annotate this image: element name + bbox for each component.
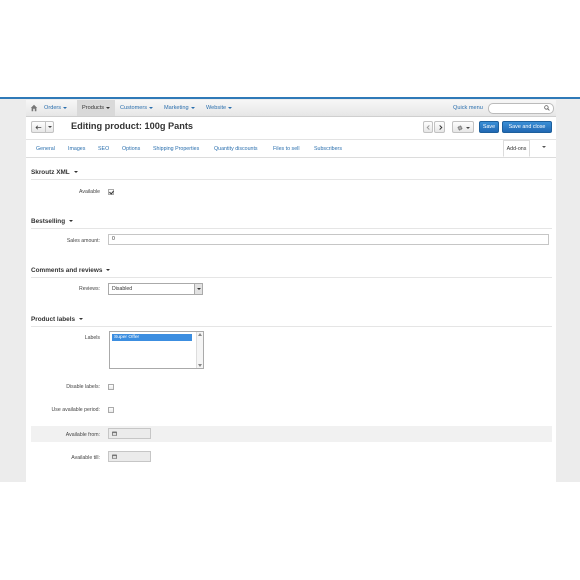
nav-products-label: Products [82, 105, 105, 111]
use-available-period-checkbox[interactable] [108, 407, 114, 413]
calendar-icon[interactable] [112, 454, 117, 459]
chevron-left-icon [426, 125, 430, 130]
nav-marketing-label: Marketing [164, 105, 189, 111]
reviews-selected-value: Disabled [112, 286, 133, 292]
chevron-down-icon [79, 318, 84, 321]
chevron-down-icon [69, 220, 74, 223]
reviews-select[interactable]: Disabled [108, 283, 203, 295]
available-till-date-input[interactable] [108, 451, 151, 462]
chevron-down-icon [198, 364, 202, 367]
tab-quantity-discounts[interactable]: Quantity discounts [214, 140, 258, 159]
available-from-label: Available from: [65, 432, 100, 438]
use-available-period-label: Use available period: [51, 407, 100, 413]
section-product-labels[interactable]: Product labels [31, 316, 84, 323]
nav-orders-label: Orders [44, 105, 62, 111]
divider [31, 179, 552, 180]
reviews-label: Reviews: [78, 286, 100, 292]
available-till-label: Available till: [71, 455, 100, 461]
available-label: Available [79, 189, 100, 195]
top-navbar: Orders Products Customers Marketing Webs… [26, 100, 556, 117]
nav-customers[interactable]: Customers [120, 100, 154, 116]
chevron-down-icon [149, 106, 154, 109]
divider [31, 277, 552, 278]
chevron-down-icon [466, 127, 470, 129]
section-title: Comments and reviews [31, 267, 103, 274]
chevron-right-icon [439, 125, 443, 130]
tab-options[interactable]: Options [122, 140, 140, 159]
divider [31, 228, 552, 229]
scrollbar[interactable] [196, 332, 203, 368]
gear-icon [457, 125, 463, 131]
top-accent-line [0, 97, 580, 99]
admin-panel: Orders Products Customers Marketing Webs… [26, 100, 556, 482]
labels-multiselect[interactable]: Super Offer [109, 331, 204, 369]
chevron-down-icon[interactable] [48, 126, 52, 128]
search-icon[interactable] [544, 105, 550, 111]
nav-customers-label: Customers [120, 105, 148, 111]
back-arrow-icon [35, 125, 42, 130]
chevron-down-icon [190, 106, 195, 109]
section-title: Bestselling [31, 218, 66, 225]
available-from-date-input[interactable] [108, 428, 151, 439]
chevron-down-icon [73, 171, 78, 174]
tab-shipping-properties[interactable]: Shipping Properties [153, 140, 199, 159]
section-skroutz-xml[interactable]: Skroutz XML [31, 169, 78, 176]
labels-label: Labels [84, 335, 100, 341]
settings-dropdown-button[interactable] [452, 121, 474, 133]
chevron-up-icon [198, 333, 202, 336]
nav-orders[interactable]: Orders [44, 100, 68, 116]
nav-marketing[interactable]: Marketing [164, 100, 195, 116]
tab-seo[interactable]: SEO [98, 140, 109, 159]
product-tabs: General Images SEO Options Shipping Prop… [26, 140, 556, 158]
divider [45, 122, 46, 132]
title-bar: Editing product: 100g Pants Save Save an… [26, 117, 556, 140]
sales-amount-input[interactable]: 0 [108, 234, 549, 245]
section-title: Product labels [31, 316, 76, 323]
section-bestselling[interactable]: Bestselling [31, 218, 74, 225]
tab-subscribers[interactable]: Subscribers [314, 140, 342, 159]
section-title: Skroutz XML [31, 169, 70, 176]
page-title: Editing product: 100g Pants [71, 121, 193, 131]
nav-products[interactable]: Products [77, 100, 116, 116]
save-and-close-button[interactable]: Save and close [502, 121, 552, 133]
tab-add-ons[interactable]: Add-ons [503, 140, 530, 157]
search-input[interactable] [488, 103, 554, 114]
tab-images[interactable]: Images [68, 140, 85, 159]
next-product-button[interactable] [434, 121, 445, 133]
nav-website-label: Website [206, 105, 227, 111]
disable-labels-label: Disable labels: [66, 384, 100, 390]
chevron-down-icon [542, 146, 546, 149]
tab-general[interactable]: General [36, 140, 55, 159]
available-checkbox[interactable] [108, 189, 114, 195]
save-button[interactable]: Save [479, 121, 499, 133]
tab-files-to-sell[interactable]: Files to sell [273, 140, 300, 159]
chevron-down-icon [106, 106, 111, 109]
disable-labels-checkbox[interactable] [108, 384, 114, 390]
section-comments-reviews[interactable]: Comments and reviews [31, 267, 111, 274]
quick-menu-link[interactable]: Quick menu [453, 100, 483, 116]
list-item[interactable]: Super Offer [112, 334, 192, 341]
sales-amount-label: Sales amount: [66, 238, 100, 244]
previous-product-button[interactable] [423, 121, 433, 133]
nav-website[interactable]: Website [206, 100, 233, 116]
chevron-down-icon [106, 269, 111, 272]
chevron-down-icon [228, 106, 233, 109]
back-button-group[interactable] [31, 121, 54, 133]
chevron-down-icon [63, 106, 68, 109]
tabs-more-dropdown[interactable] [535, 140, 553, 157]
home-icon[interactable] [30, 104, 38, 112]
chevron-down-icon[interactable] [194, 284, 202, 294]
divider [31, 326, 552, 327]
calendar-icon[interactable] [112, 431, 117, 436]
